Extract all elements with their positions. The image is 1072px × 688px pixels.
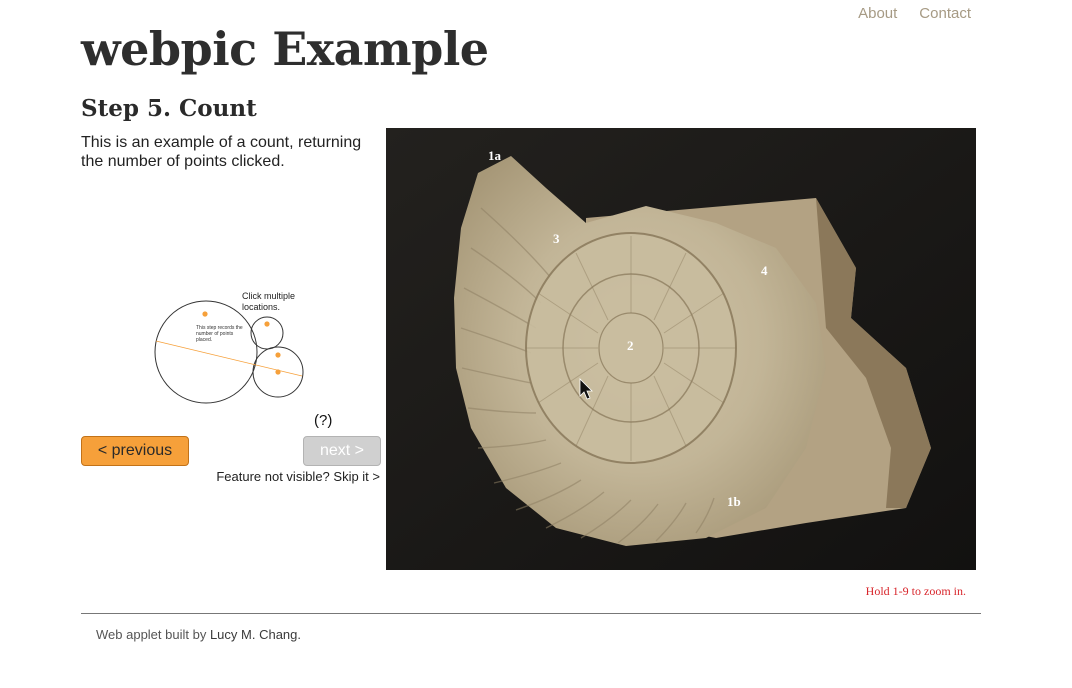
skip-link[interactable]: Feature not visible? Skip it >: [216, 469, 380, 484]
ammonite-image[interactable]: 1a 3 4 2 1b: [386, 128, 976, 570]
diagram-caption: Click multiple locations.: [242, 291, 296, 312]
previous-button[interactable]: < previous: [81, 436, 189, 466]
site-title: webpic Example: [81, 22, 489, 76]
point-label-1a: 1a: [488, 148, 502, 163]
contact-link[interactable]: Contact: [919, 5, 971, 22]
point-label-4: 4: [761, 263, 768, 278]
point-label-1b: 1b: [727, 494, 741, 509]
diagram-point: [264, 321, 270, 327]
footer: Web applet built by Lucy M. Chang.: [96, 627, 301, 642]
next-button[interactable]: next >: [303, 436, 381, 466]
count-diagram: Click multiple locations. This step reco…: [150, 288, 310, 408]
diagram-note: This step records the number of points p…: [196, 325, 243, 343]
footer-divider: [81, 613, 981, 614]
diagram-point: [202, 311, 208, 317]
step-description: This is an example of a count, returning…: [81, 134, 362, 170]
step-title: Step 5. Count: [81, 95, 257, 122]
point-label-2: 2: [627, 338, 634, 353]
point-label-3: 3: [553, 231, 560, 246]
top-nav: About Contact: [858, 5, 971, 22]
diagram-point: [275, 369, 281, 375]
footer-prefix: Web applet built by: [96, 627, 210, 642]
about-link[interactable]: About: [858, 5, 897, 22]
zoom-hint: Hold 1-9 to zoom in.: [865, 584, 966, 598]
author-link[interactable]: Lucy M. Chang.: [210, 627, 301, 642]
diagram-point: [275, 352, 281, 358]
help-link[interactable]: (?): [314, 412, 332, 429]
